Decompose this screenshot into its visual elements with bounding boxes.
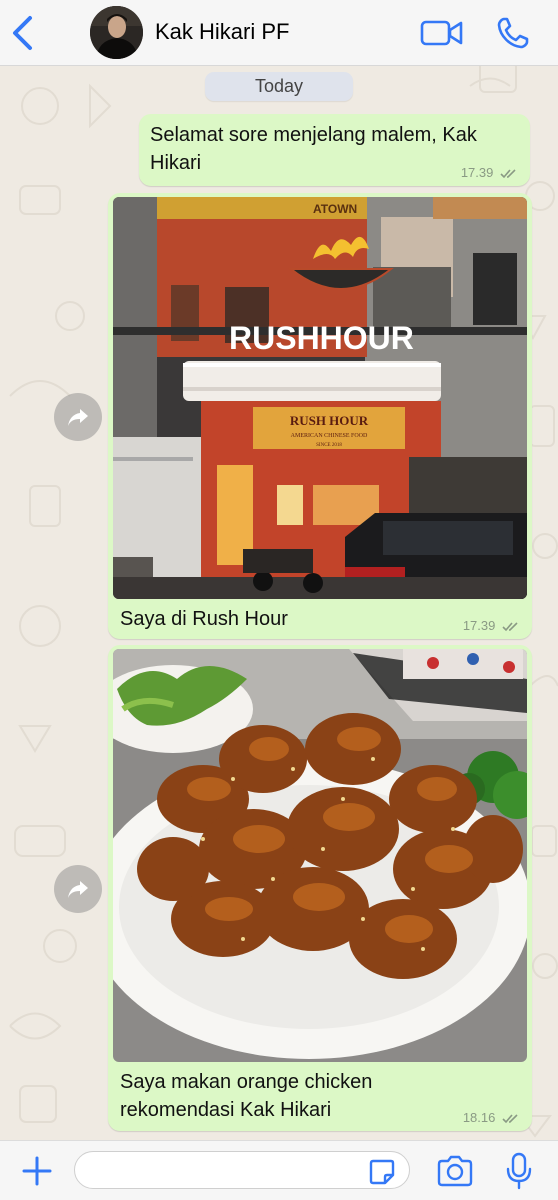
chevron-left-icon[interactable] (6, 14, 40, 52)
phone-icon[interactable] (496, 16, 530, 50)
chat-header: Kak Hikari PF (0, 0, 558, 66)
date-separator: Today (205, 72, 353, 101)
food-photo[interactable] (113, 649, 527, 1062)
image-caption: Saya di Rush Hour (120, 608, 288, 630)
double-check-icon (500, 169, 516, 179)
microphone-icon[interactable] (505, 1152, 533, 1190)
message-text: Selamat sore menjelang malem, Kak Hikari (150, 124, 477, 174)
share-arrow-icon (68, 409, 88, 426)
message-meta: 17.39 (461, 165, 520, 180)
restaurant-photo[interactable]: ATOWN RUSHHOUR RUSH HOUR AMERICAN CHINES… (113, 197, 527, 599)
input-bar (0, 1140, 558, 1200)
contact-name[interactable]: Kak Hikari PF (155, 19, 289, 45)
forward-button[interactable] (54, 393, 102, 441)
top-sign-text: ATOWN (313, 202, 357, 216)
message-input[interactable] (74, 1151, 410, 1189)
double-check-icon (502, 622, 518, 632)
image-message-bubble[interactable]: ATOWN RUSHHOUR RUSH HOUR AMERICAN CHINES… (108, 193, 532, 639)
message-time: 17.39 (462, 618, 496, 633)
message-meta: 18.16 (463, 1110, 522, 1125)
plus-icon[interactable] (20, 1154, 54, 1188)
image-caption: Saya makan orange chicken rekomendasi Ka… (120, 1071, 373, 1121)
message-time: 17.39 (460, 165, 494, 180)
double-check-icon (502, 1114, 518, 1124)
board-since: SINCE 2018 (316, 443, 342, 448)
share-arrow-icon (68, 881, 88, 898)
camera-icon[interactable] (436, 1155, 474, 1187)
message-bubble[interactable]: Selamat sore menjelang malem, Kak Hikari… (139, 114, 530, 186)
sticker-icon[interactable] (368, 1158, 396, 1186)
message-meta: 17.39 (463, 618, 522, 633)
video-camera-icon[interactable] (420, 18, 464, 48)
chat-area[interactable]: Today Selamat sore menjelang malem, Kak … (0, 66, 558, 1140)
neon-sign-text: RUSHHOUR (229, 320, 414, 356)
board-text: RUSH HOUR (290, 413, 369, 428)
message-time: 18.16 (462, 1110, 496, 1125)
avatar[interactable] (90, 6, 143, 59)
forward-button[interactable] (54, 865, 102, 913)
board-subtext: AMERICAN CHINESE FOOD (291, 433, 368, 439)
image-message-bubble[interactable]: Saya makan orange chicken rekomendasi Ka… (108, 645, 532, 1131)
